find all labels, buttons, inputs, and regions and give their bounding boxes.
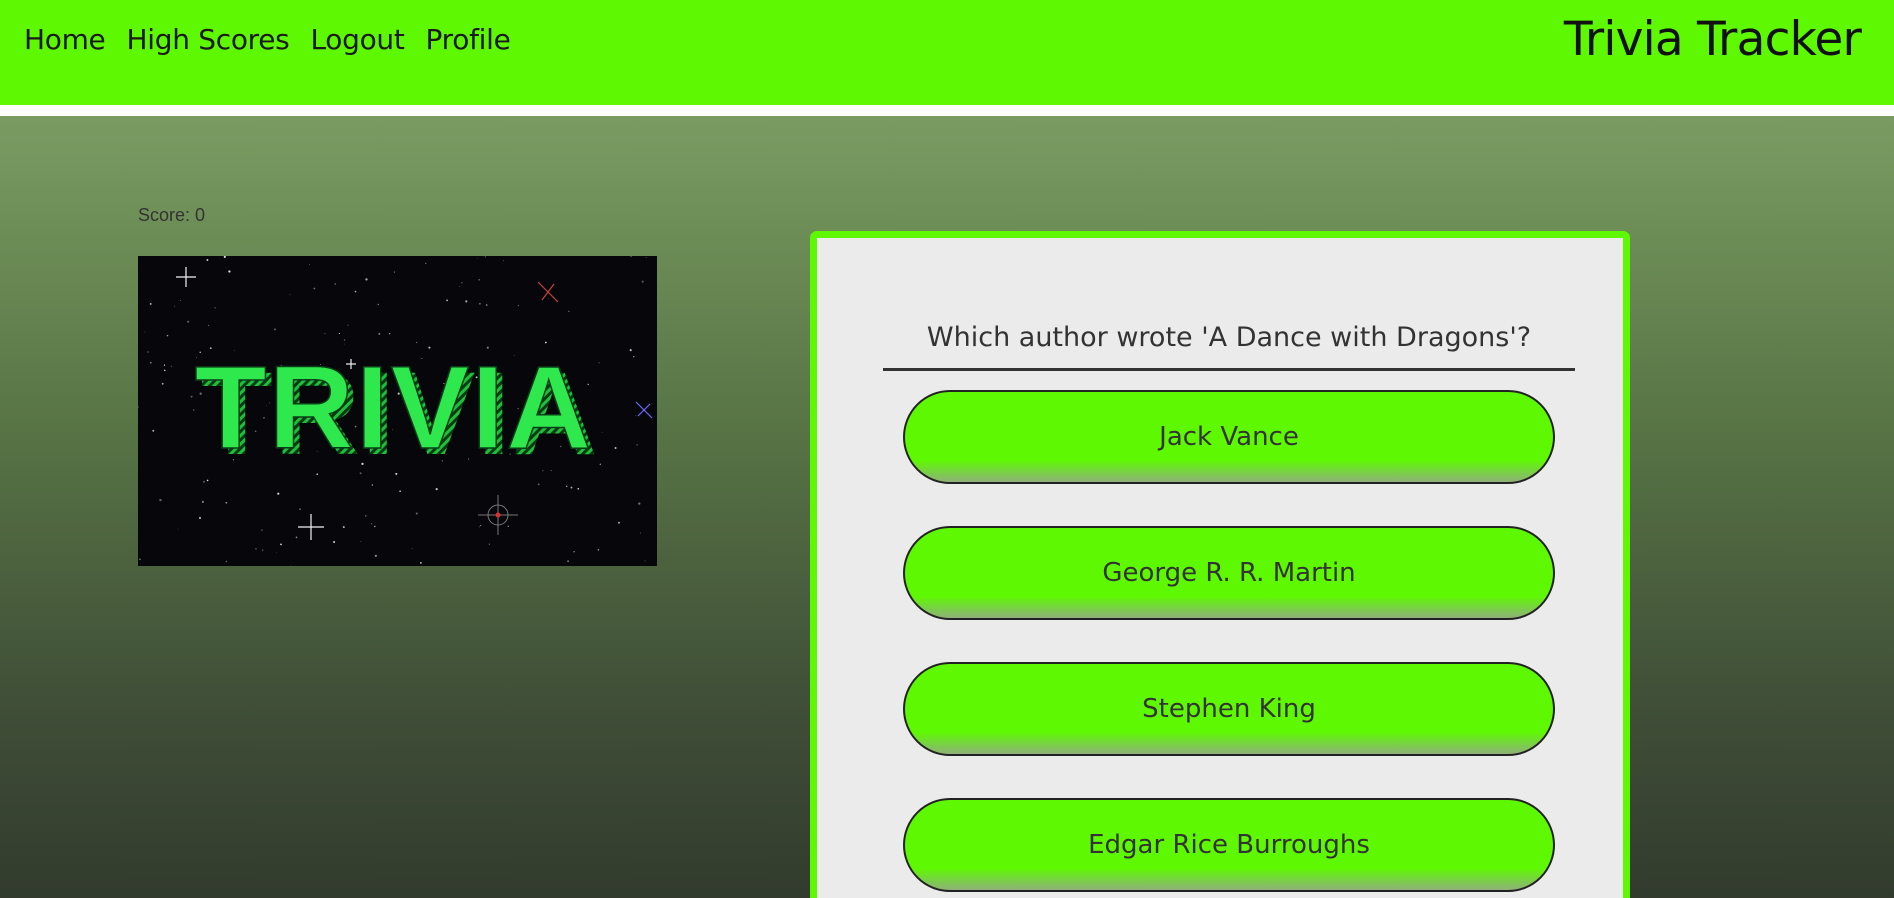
answer-label: George R. R. Martin (1102, 558, 1356, 588)
trivia-banner-text: TRIVIA (195, 342, 594, 474)
nav-high-scores-link[interactable]: High Scores (127, 20, 290, 60)
answer-label: Stephen King (1142, 694, 1316, 724)
score-display: Score: 0 (138, 205, 206, 225)
question-card: Which author wrote 'A Dance with Dragons… (810, 231, 1630, 898)
nav-logout-link[interactable]: Logout (310, 20, 404, 60)
answer-label: Edgar Rice Burroughs (1088, 830, 1370, 860)
answer-button-3[interactable]: Stephen King (903, 662, 1555, 756)
question-text: Which author wrote 'A Dance with Dragons… (883, 318, 1575, 371)
answer-button-1[interactable]: Jack Vance (903, 390, 1555, 484)
top-navbar: Home High Scores Logout Profile Trivia T… (0, 0, 1894, 105)
trivia-banner-image: TRIVIA TRIVIA (138, 256, 657, 566)
nav-home-link[interactable]: Home (24, 20, 106, 60)
answer-button-2[interactable]: George R. R. Martin (903, 526, 1555, 620)
navbar-divider (0, 105, 1894, 116)
brand-title: Trivia Tracker (1563, 12, 1862, 67)
answer-button-4[interactable]: Edgar Rice Burroughs (903, 798, 1555, 892)
nav-profile-link[interactable]: Profile (426, 20, 511, 60)
answer-label: Jack Vance (1159, 422, 1299, 452)
nav-links: Home High Scores Logout Profile (24, 20, 511, 60)
